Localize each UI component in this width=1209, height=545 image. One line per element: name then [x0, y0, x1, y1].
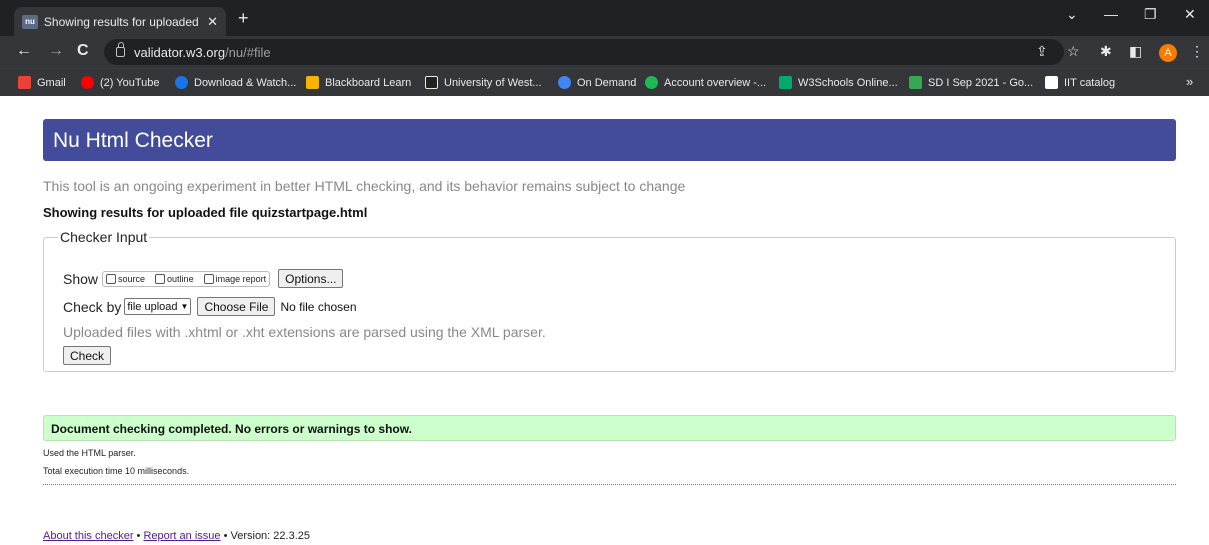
check-button[interactable]: Check: [63, 346, 112, 365]
bookmarks-bar: Gmail (2) YouTube Download & Watch... Bl…: [0, 68, 1209, 96]
xml-parser-note: Uploaded files with .xhtml or .xht exten…: [63, 324, 546, 340]
url-path: /nu/#file: [225, 44, 271, 60]
checker-header: Nu Html Checker: [43, 119, 1176, 161]
show-label: Show: [63, 270, 99, 287]
reload-icon[interactable]: C: [77, 42, 89, 60]
show-image-report-option[interactable]: image report: [203, 273, 266, 284]
new-tab-icon[interactable]: +: [238, 8, 249, 29]
lock-icon: [116, 42, 125, 57]
show-options-row: Show source outline image report Options…: [63, 269, 344, 288]
report-issue-link[interactable]: Report an issue: [143, 530, 220, 542]
submit-row: Check: [63, 346, 112, 365]
about-checker-link[interactable]: About this checker: [43, 530, 134, 542]
footer: About this checker • Report an issue • V…: [43, 530, 310, 542]
check-by-select[interactable]: file upload ▼: [124, 298, 192, 315]
university-icon: [425, 76, 438, 89]
bookmark-star-icon[interactable]: ☆: [1067, 43, 1080, 60]
result-message: Document checking completed. No errors o…: [51, 422, 412, 436]
browser-tab[interactable]: nu Showing results for uploaded file qui…: [14, 7, 226, 36]
outline-checkbox[interactable]: [155, 273, 166, 284]
result-success-banner: Document checking completed. No errors o…: [43, 415, 1176, 441]
no-file-chosen-text: No file chosen: [280, 299, 357, 314]
browser-toolbar: ← → C validator.w3.org /nu/#file ⇪ ☆ ✱ ◧…: [0, 36, 1209, 68]
tagline: This tool is an ongoing experiment in be…: [43, 178, 686, 194]
bookmark-university[interactable]: University of West...: [425, 76, 542, 89]
show-source-option[interactable]: source: [106, 273, 145, 284]
catalog-icon: [1045, 76, 1058, 89]
minimize-icon[interactable]: —: [1104, 6, 1118, 22]
tab-close-icon[interactable]: ✕: [207, 14, 218, 30]
back-icon[interactable]: ←: [16, 42, 32, 60]
youtube-icon: [81, 76, 94, 89]
choose-file-button[interactable]: Choose File: [197, 297, 276, 316]
menu-icon[interactable]: ⋮: [1190, 43, 1204, 60]
bookmark-gmail[interactable]: Gmail: [18, 76, 66, 89]
footer-separator: •: [133, 530, 144, 542]
restore-icon[interactable]: ❐: [1144, 6, 1157, 23]
results-divider: [43, 484, 1176, 485]
on-demand-icon: [558, 76, 571, 89]
bookmark-sd-sep-2021[interactable]: SD I Sep 2021 - Go...: [909, 76, 1033, 89]
forward-icon[interactable]: →: [48, 42, 64, 60]
profile-avatar[interactable]: A: [1159, 44, 1177, 62]
check-by-row: Check by file upload ▼ Choose File No fi…: [63, 297, 357, 316]
bookmark-account-overview[interactable]: Account overview -...: [645, 76, 766, 89]
show-outline-option[interactable]: outline: [155, 273, 194, 284]
bookmark-download-watch[interactable]: Download & Watch...: [175, 76, 296, 89]
gmail-icon: [18, 76, 31, 89]
browser-tabstrip: nu Showing results for uploaded file qui…: [0, 0, 1209, 36]
bookmark-on-demand[interactable]: On Demand: [558, 76, 636, 89]
spotify-icon: [645, 76, 658, 89]
bookmark-w3schools[interactable]: W3Schools Online...: [779, 76, 898, 89]
checker-input-panel: Checker Input Show source outline image …: [43, 229, 1176, 372]
results-heading: Showing results for uploaded file quizst…: [43, 205, 368, 220]
more-bookmarks-icon[interactable]: »: [1186, 74, 1193, 89]
version-text: Version: 22.3.25: [230, 530, 310, 542]
tab-search-chevron-icon[interactable]: ⌄: [1066, 6, 1078, 23]
tab-title: Showing results for uploaded file quizst…: [43, 14, 201, 29]
share-icon[interactable]: ⇪: [1036, 43, 1048, 60]
page-title: Nu Html Checker: [53, 129, 213, 152]
parser-used-text: Used the HTML parser.: [43, 448, 136, 458]
extensions-icon[interactable]: ✱: [1100, 43, 1112, 60]
address-bar[interactable]: validator.w3.org /nu/#file: [104, 39, 1064, 65]
options-button[interactable]: Options...: [278, 269, 344, 288]
validator-favicon-icon: nu: [22, 14, 38, 29]
google-drive-icon: [909, 76, 922, 89]
blackboard-icon: [306, 76, 319, 89]
check-by-label: Check by: [63, 298, 122, 315]
w3schools-icon: [779, 76, 792, 89]
checker-input-legend: Checker Input: [60, 229, 148, 245]
show-options-group: source outline image report: [102, 270, 271, 287]
url-host: validator.w3.org: [134, 44, 226, 60]
execution-time-text: Total execution time 10 milliseconds.: [43, 466, 190, 476]
play-icon: [175, 76, 188, 89]
footer-separator-2: •: [220, 530, 231, 542]
bookmark-youtube[interactable]: (2) YouTube: [81, 76, 160, 89]
bookmark-iit-catalog[interactable]: IIT catalog: [1045, 76, 1115, 89]
image-report-checkbox[interactable]: [203, 273, 214, 284]
bookmark-blackboard[interactable]: Blackboard Learn: [306, 76, 411, 89]
window-close-icon[interactable]: ✕: [1184, 6, 1196, 23]
source-checkbox[interactable]: [106, 273, 117, 284]
chevron-down-icon: ▼: [180, 302, 189, 311]
side-panel-icon[interactable]: ◧: [1129, 43, 1142, 60]
